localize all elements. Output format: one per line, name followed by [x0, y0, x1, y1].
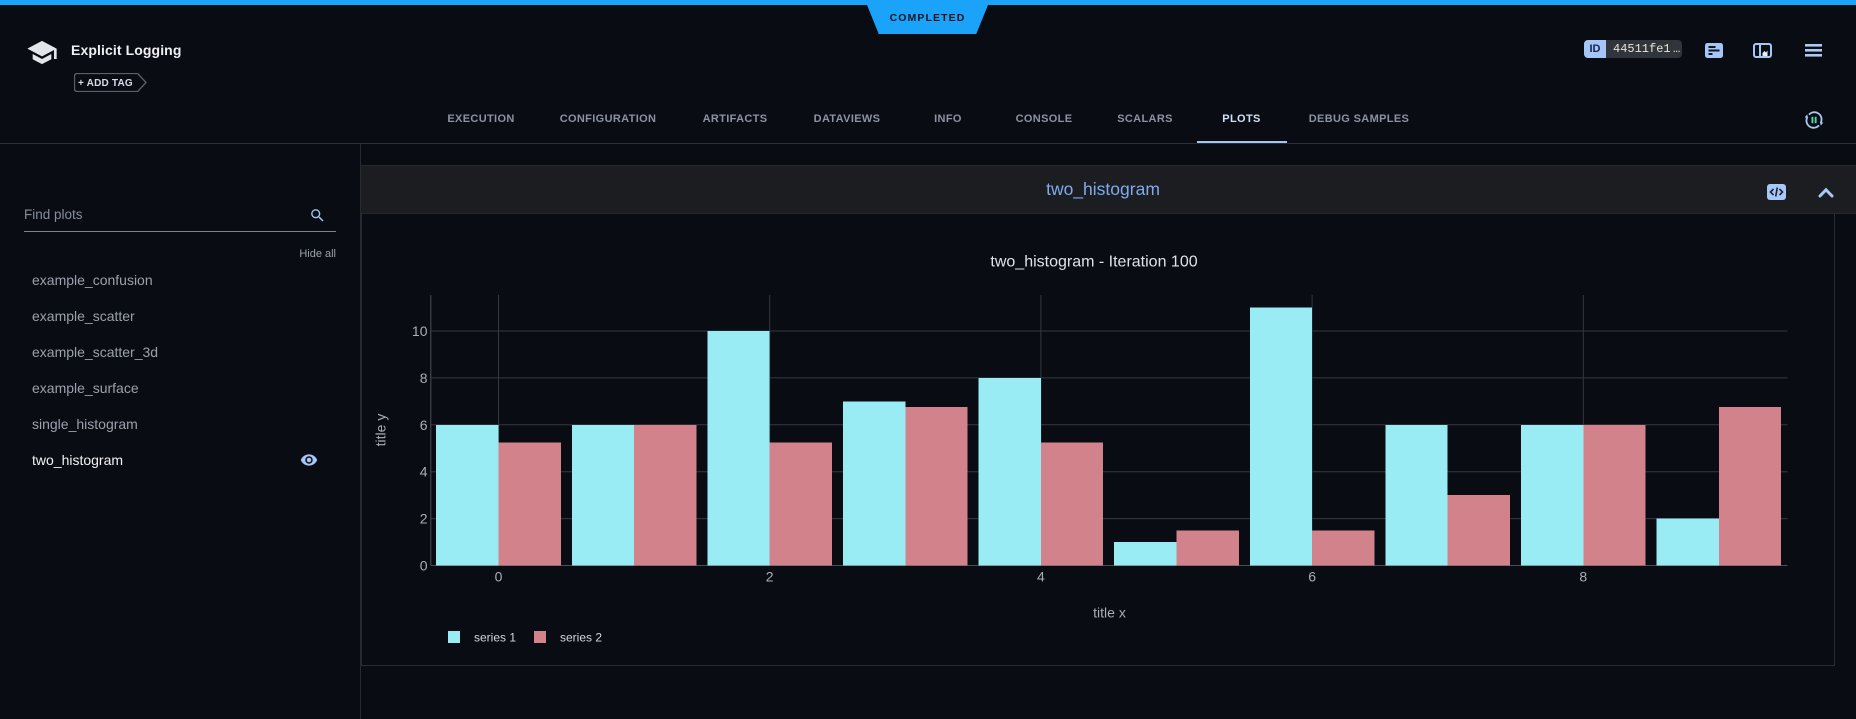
svg-text:+ ADD TAG: + ADD TAG — [78, 78, 133, 89]
svg-text:0: 0 — [495, 569, 503, 585]
svg-text:2: 2 — [420, 511, 428, 527]
svg-text:0: 0 — [420, 558, 428, 574]
svg-text:10: 10 — [412, 323, 428, 339]
svg-text:series 1: series 1 — [474, 631, 516, 645]
svg-text:two_histogram - Iteration 100: two_histogram - Iteration 100 — [990, 254, 1197, 271]
svg-text:2: 2 — [766, 569, 774, 585]
svg-text:title x: title x — [1093, 605, 1126, 621]
svg-text:6: 6 — [1308, 569, 1316, 585]
svg-text:title y: title y — [373, 414, 389, 447]
svg-text:6: 6 — [420, 417, 428, 433]
svg-text:4: 4 — [1037, 569, 1045, 585]
svg-text:series 2: series 2 — [560, 631, 602, 645]
svg-text:4: 4 — [420, 464, 428, 480]
svg-text:8: 8 — [1579, 569, 1587, 585]
svg-text:8: 8 — [420, 370, 428, 386]
